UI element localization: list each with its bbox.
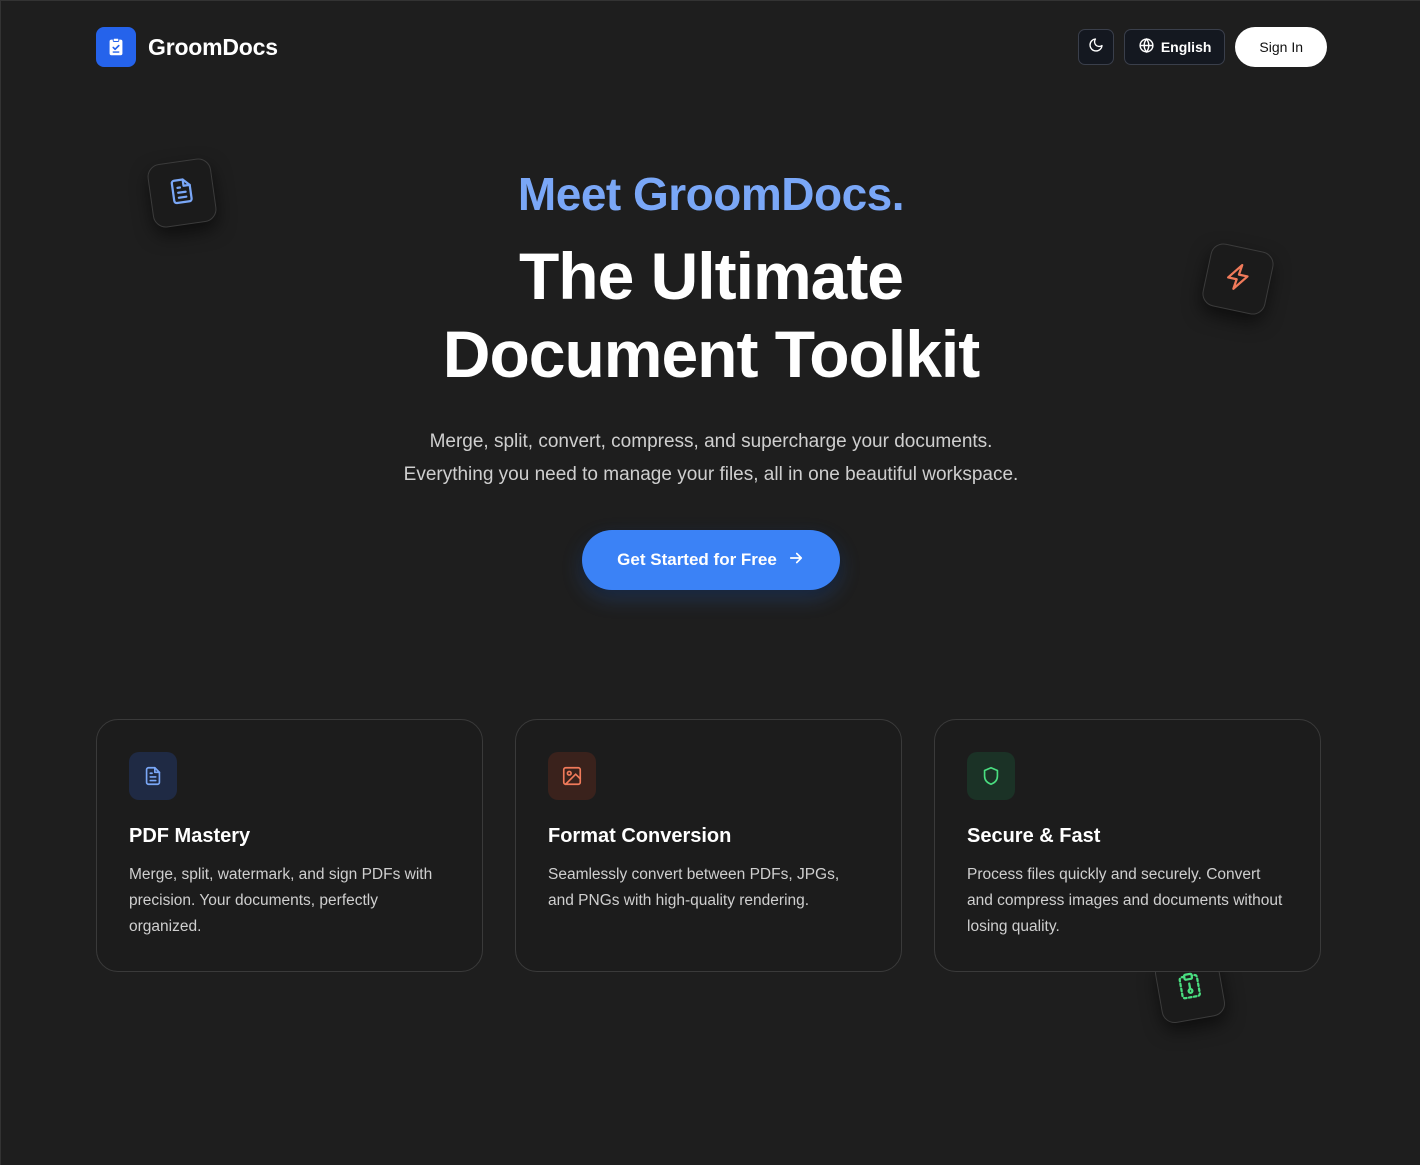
- feature-card-secure-fast: Secure & Fast Process files quickly and …: [934, 719, 1321, 972]
- language-selector[interactable]: English: [1123, 29, 1226, 65]
- feature-card-pdf-mastery: PDF Mastery Merge, split, watermark, and…: [96, 719, 483, 972]
- feature-cards: PDF Mastery Merge, split, watermark, and…: [96, 719, 1321, 972]
- sign-in-button[interactable]: Sign In: [1235, 27, 1327, 67]
- feature-description: Seamlessly convert between PDFs, JPGs, a…: [548, 866, 840, 909]
- hero-title-line-1: The Ultimate: [518, 239, 904, 313]
- hero-title: The Ultimate Document Toolkit: [1, 237, 1420, 393]
- image-icon: [548, 752, 596, 800]
- hero-subtitle: Merge, split, convert, compress, and sup…: [1, 425, 1420, 491]
- hero-subtitle-line-1: Merge, split, convert, compress, and sup…: [429, 431, 993, 452]
- shield-icon: [967, 752, 1015, 800]
- file-text-icon: [129, 752, 177, 800]
- hero-subtitle-line-2: Everything you need to manage your files…: [403, 464, 1019, 485]
- clipboard-check-icon: [96, 27, 136, 67]
- theme-toggle-button[interactable]: [1077, 29, 1114, 65]
- feature-description: Merge, split, watermark, and sign PDFs w…: [129, 866, 433, 935]
- hero-title-line-2: Document Toolkit: [442, 317, 980, 391]
- feature-title: PDF Mastery: [129, 825, 251, 847]
- get-started-button[interactable]: Get Started for Free: [582, 530, 840, 590]
- clipboard-icon: [1172, 968, 1208, 1008]
- language-label: English: [1160, 39, 1212, 55]
- feature-title: Secure & Fast: [967, 825, 1101, 847]
- get-started-label: Get Started for Free: [617, 550, 777, 569]
- feature-card-format-conversion: Format Conversion Seamlessly convert bet…: [515, 719, 902, 972]
- hero-pretitle: Meet GroomDocs.: [517, 168, 905, 220]
- feature-title: Format Conversion: [548, 825, 732, 847]
- header-actions: English Sign In: [1077, 27, 1327, 67]
- landing-page: GroomDocs English Sign In Meet GroomDocs…: [0, 0, 1420, 1165]
- feature-description: Process files quickly and securely. Conv…: [967, 866, 1283, 935]
- globe-icon: [1138, 37, 1155, 57]
- moon-icon: [1088, 37, 1104, 58]
- app-name: GroomDocs: [148, 33, 278, 60]
- brand-logo[interactable]: GroomDocs: [96, 27, 278, 67]
- arrow-right-icon: [787, 549, 805, 572]
